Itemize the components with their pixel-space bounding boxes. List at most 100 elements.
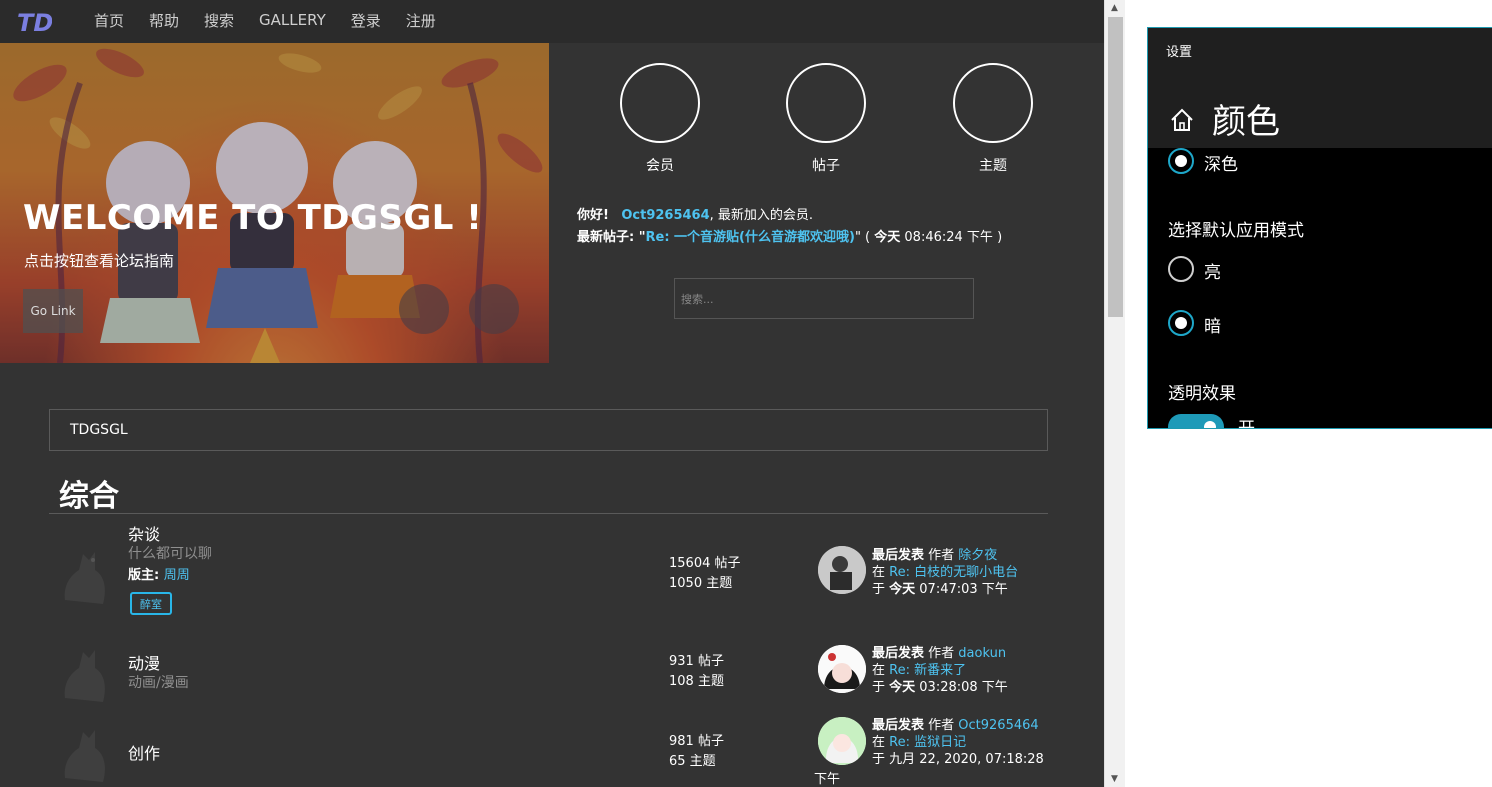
- nav-help[interactable]: 帮助: [149, 10, 179, 31]
- light-mode-radio[interactable]: [1168, 256, 1194, 282]
- breadcrumb: TDGSGL: [49, 409, 1048, 451]
- date-label: 九月 22, 2020, 07:18:28: [889, 752, 1044, 767]
- window-title: 设置: [1166, 45, 1193, 60]
- nav-links: 首页 帮助 搜索 GALLERY 登录 注册: [94, 0, 461, 40]
- thread-link[interactable]: Re: 新番来了: [889, 663, 966, 678]
- forum-row: 杂谈 什么都可以聊 版主: 周周 醉室 15604 帖子 1050 主题 最后发…: [49, 515, 1048, 625]
- author-link[interactable]: Oct9265464: [958, 718, 1038, 733]
- subforum-tag[interactable]: 醉室: [130, 592, 172, 615]
- by-label: 作者: [924, 548, 959, 563]
- latest-post-prefix: 最新帖子: ": [577, 230, 646, 245]
- svg-text:TD: TD: [17, 9, 52, 35]
- hero-title: WELCOME TO TDGSGL !: [23, 198, 483, 238]
- top-navbar: TD 首页 帮助 搜索 GALLERY 登录 注册: [0, 0, 1104, 43]
- in-label: 在: [872, 735, 890, 750]
- forum-name[interactable]: 创作: [128, 740, 160, 764]
- forum-desc: 什么都可以聊: [128, 546, 212, 562]
- forum-page: TD 首页 帮助 搜索 GALLERY 登录 注册 WELCOME TO TDG…: [0, 0, 1104, 787]
- nav-gallery[interactable]: GALLERY: [259, 11, 326, 29]
- time-tail: 下午: [814, 772, 841, 787]
- settings-window: 设置 颜色 深色 选择默认应用模式 亮 暗 透明效果 开: [1147, 27, 1492, 429]
- forum-row: 动漫 动画/漫画 931 帖子 108 主题 最后发表 作者 daokun 在 …: [49, 630, 1048, 710]
- welcome-line: 你好! Oct9265464, 最新加入的会员.: [577, 205, 1002, 227]
- newest-member-link[interactable]: Oct9265464: [621, 208, 709, 223]
- hero-circle-button-2[interactable]: [469, 284, 519, 334]
- scroll-down-arrow-icon[interactable]: ▼: [1111, 774, 1118, 784]
- author-link[interactable]: 除夕夜: [958, 548, 997, 563]
- scroll-thumb[interactable]: [1108, 17, 1123, 317]
- latest-post-open: " (: [854, 230, 875, 245]
- newest-suffix: , 最新加入的会员.: [709, 208, 814, 223]
- last-post: 最后发表 作者 除夕夜 在 Re: 白枝的无聊小电台 于 今天 07:47:03…: [872, 547, 1018, 598]
- latest-post-today: 今天: [874, 230, 901, 245]
- transparency-label: 透明效果: [1168, 384, 1236, 404]
- board-icon: [64, 730, 105, 782]
- dark-mode-radio[interactable]: [1168, 310, 1194, 336]
- breadcrumb-link[interactable]: TDGSGL: [70, 422, 128, 438]
- by-label: 作者: [924, 718, 959, 733]
- greeting: 你好!: [577, 208, 609, 223]
- nav-login[interactable]: 登录: [351, 10, 381, 31]
- nav-search[interactable]: 搜索: [204, 10, 234, 31]
- thread-link[interactable]: Re: 白枝的无聊小电台: [889, 565, 1018, 580]
- moderator-link[interactable]: 周周: [164, 568, 190, 583]
- nav-home[interactable]: 首页: [94, 10, 124, 31]
- toggle-state-label: 开: [1238, 419, 1255, 429]
- post-count: 981 帖子: [669, 734, 724, 749]
- members-icon: [620, 63, 700, 143]
- site-logo[interactable]: TD: [16, 7, 52, 35]
- transparency-toggle[interactable]: [1168, 414, 1224, 428]
- avatar[interactable]: [818, 717, 866, 765]
- time-label: 07:47:03 下午: [915, 582, 1008, 597]
- topic-count: 1050 主题: [669, 576, 733, 591]
- in-label: 在: [872, 663, 890, 678]
- app-mode-label: 选择默认应用模式: [1168, 221, 1304, 241]
- posts-icon: [786, 63, 866, 143]
- latest-post-link[interactable]: Re: 一个音游贴(什么音游都欢迎哦): [646, 230, 855, 245]
- welcome-info: 你好! Oct9265464, 最新加入的会员. 最新帖子: "Re: 一个音游…: [577, 205, 1002, 249]
- time-label: 03:28:08 下午: [915, 680, 1008, 695]
- author-link[interactable]: daokun: [958, 646, 1006, 661]
- nav-register[interactable]: 注册: [406, 10, 436, 31]
- forum-stats: 981 帖子 65 主题: [669, 732, 724, 772]
- hero-subtitle: 点击按钮查看论坛指南: [24, 252, 175, 270]
- hero-circle-button-1[interactable]: [399, 284, 449, 334]
- last-post: 最后发表 作者 Oct9265464 在 Re: 监狱日记 于 九月 22, 2…: [872, 717, 1044, 768]
- stat-label: 会员: [646, 158, 674, 174]
- forum-moderator: 版主: 周周: [128, 564, 190, 583]
- search-input[interactable]: 搜索...: [674, 278, 974, 319]
- forum-stats: 931 帖子 108 主题: [669, 652, 724, 692]
- stat-members: 会员: [620, 63, 700, 175]
- at-label: 于: [872, 680, 890, 695]
- hero-banner: WELCOME TO TDGSGL ! 点击按钮查看论坛指南 Go Link: [0, 43, 549, 363]
- vertical-scrollbar[interactable]: ▲ ▼: [1104, 0, 1125, 787]
- by-label: 作者: [924, 646, 959, 661]
- topic-count: 108 主题: [669, 674, 724, 689]
- last-post-label: 最后发表: [872, 548, 925, 563]
- forum-name[interactable]: 杂谈: [128, 521, 160, 545]
- home-icon[interactable]: [1168, 106, 1196, 134]
- forum-name[interactable]: 动漫: [128, 650, 160, 674]
- avatar[interactable]: [818, 645, 866, 693]
- go-link-button[interactable]: Go Link: [23, 289, 83, 333]
- dark-mode-label: 暗: [1204, 317, 1221, 337]
- stat-topics: 主题: [953, 63, 1033, 175]
- board-icon: [64, 650, 105, 702]
- dark-color-radio[interactable]: [1168, 148, 1194, 174]
- at-label: 于: [872, 752, 890, 767]
- category-title: 综合: [59, 479, 119, 514]
- avatar[interactable]: [818, 546, 866, 594]
- board-icon: [64, 552, 105, 604]
- post-count: 931 帖子: [669, 654, 724, 669]
- scroll-up-arrow-icon[interactable]: ▲: [1111, 3, 1118, 13]
- latest-post-line: 最新帖子: "Re: 一个音游贴(什么音游都欢迎哦)" ( 今天 08:46:2…: [577, 227, 1002, 249]
- last-post-label: 最后发表: [872, 646, 925, 661]
- in-label: 在: [872, 565, 890, 580]
- stat-posts: 帖子: [786, 63, 866, 175]
- thread-link[interactable]: Re: 监狱日记: [889, 735, 966, 750]
- topics-icon: [953, 63, 1033, 143]
- stat-label: 帖子: [812, 158, 840, 174]
- post-count: 15604 帖子: [669, 556, 741, 571]
- moderator-label: 版主:: [128, 568, 164, 583]
- day-label: 今天: [889, 680, 916, 695]
